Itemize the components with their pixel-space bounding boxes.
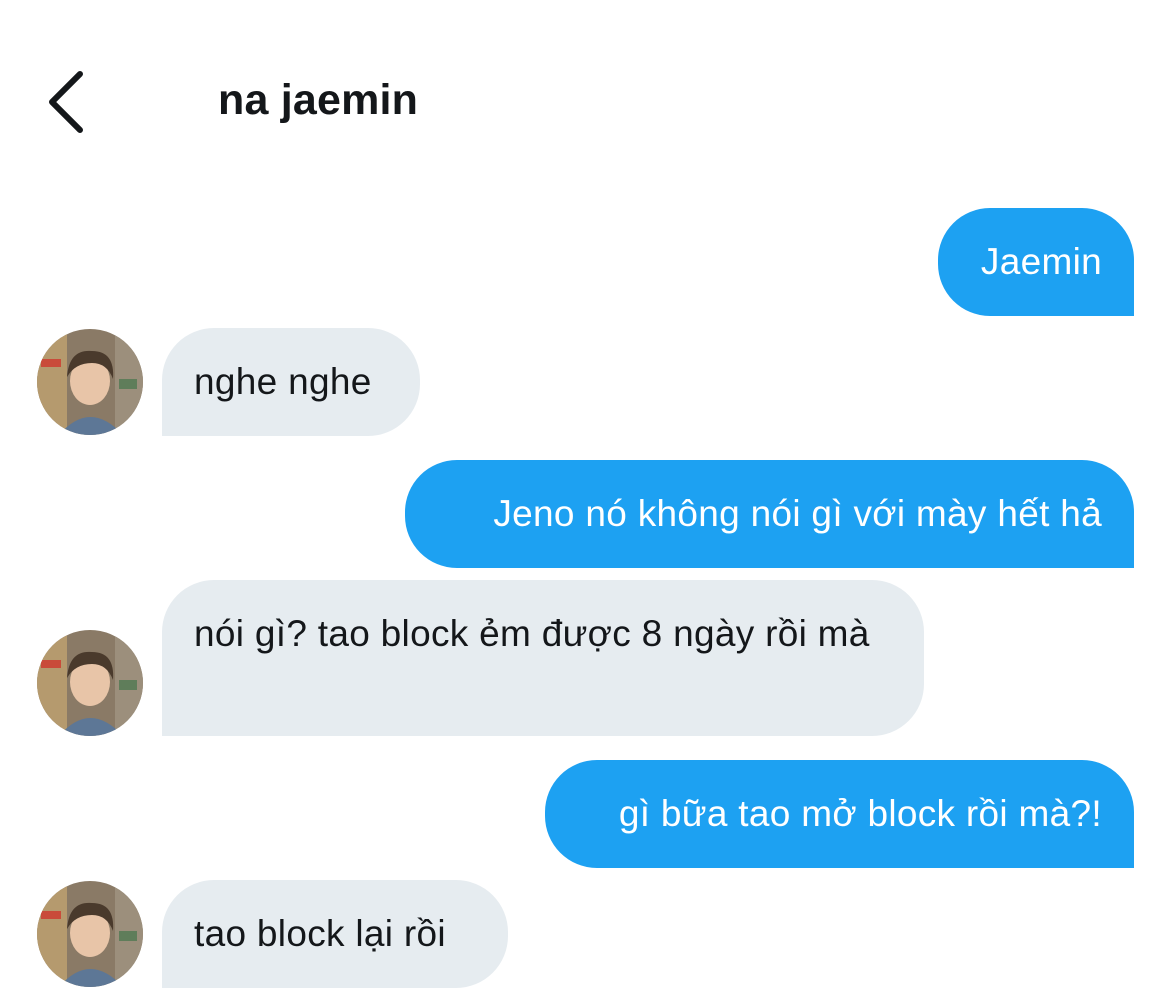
- avatar[interactable]: [37, 881, 143, 987]
- conversation-title: na jaemin: [218, 76, 419, 124]
- avatar[interactable]: [37, 329, 143, 435]
- message-text: gì bữa tao mở block rồi mà?!: [618, 793, 1102, 834]
- message-text: nói gì? tao block ẻm được 8 ngày rồi mà: [194, 613, 870, 654]
- avatar[interactable]: [37, 630, 143, 736]
- back-button[interactable]: [36, 62, 96, 142]
- sent-message-bubble[interactable]: Jaemin: [938, 208, 1134, 316]
- profile-photo-avatar: [37, 329, 143, 435]
- received-message-bubble[interactable]: nghe nghe: [162, 328, 420, 436]
- profile-photo-avatar: [37, 630, 143, 736]
- profile-photo-avatar: [37, 881, 143, 987]
- message-text: nghe nghe: [194, 361, 372, 402]
- sent-message-bubble[interactable]: gì bữa tao mở block rồi mà?!: [545, 760, 1134, 868]
- chevron-left-icon: [49, 71, 83, 133]
- conversation-header: na jaemin: [0, 0, 1169, 200]
- message-text: Jeno nó không nói gì với mày hết hả: [493, 493, 1102, 534]
- message-text: tao block lại rồi: [194, 913, 446, 954]
- received-message-bubble[interactable]: tao block lại rồi: [162, 880, 508, 988]
- received-message-bubble[interactable]: nói gì? tao block ẻm được 8 ngày rồi mà: [162, 580, 924, 736]
- message-text: Jaemin: [980, 241, 1102, 282]
- sent-message-bubble[interactable]: Jeno nó không nói gì với mày hết hả: [405, 460, 1134, 568]
